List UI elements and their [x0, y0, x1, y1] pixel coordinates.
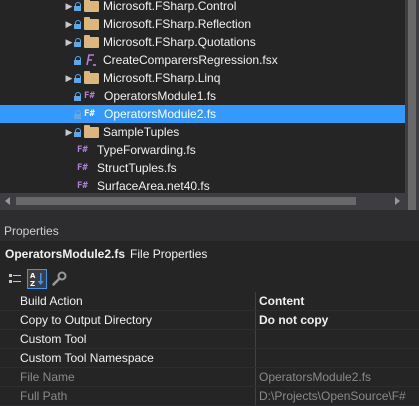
property-value[interactable]: Content — [255, 292, 419, 310]
object-name: OperatorsModule2.fs — [5, 247, 126, 261]
lock-icon — [74, 33, 83, 51]
property-value[interactable] — [255, 349, 419, 367]
lock-icon — [74, 87, 83, 105]
folder-icon — [84, 70, 99, 84]
property-name: Copy to Output Directory — [0, 311, 255, 329]
fsharp-script-icon — [86, 54, 96, 66]
fsharp-file-icon: F# — [84, 109, 95, 119]
fsharp-file-icon: F# — [84, 91, 95, 101]
expand-chevron-icon[interactable]: ▶ — [64, 69, 74, 87]
tree-item-label: Microsoft.FSharp.Linq — [103, 71, 221, 85]
folder-icon — [84, 0, 99, 12]
property-row[interactable]: Custom Tool Namespace — [0, 349, 419, 368]
svg-text:A: A — [30, 272, 36, 280]
property-value: OperatorsModule2.fs — [255, 368, 419, 386]
svg-text:Z: Z — [30, 280, 35, 287]
property-value[interactable] — [255, 330, 419, 348]
panel-splitter[interactable] — [0, 210, 419, 221]
fsharp-file-icon: F# — [77, 163, 88, 173]
wrench-icon — [52, 271, 67, 286]
tree-item-label: OperatorsModule2.fs — [104, 107, 217, 121]
property-name: Build Action — [0, 292, 255, 310]
expand-chevron-icon[interactable]: ▶ — [64, 15, 74, 33]
alphabetical-button[interactable]: A Z — [27, 269, 47, 289]
horizontal-scroll-thumb[interactable] — [16, 197, 356, 205]
tree-item-label: TypeForwarding.fs — [97, 143, 196, 157]
tree-item[interactable]: F# StructTuples.fs — [0, 159, 405, 177]
lock-icon — [74, 105, 83, 123]
tree-item[interactable]: ▶ SampleTuples — [0, 123, 405, 141]
property-name: File Name — [0, 368, 255, 386]
tree-item-label: Microsoft.FSharp.Reflection — [103, 17, 252, 31]
expand-chevron-icon[interactable]: ▶ — [64, 0, 74, 15]
object-type: File Properties — [130, 247, 208, 261]
properties-title: Properties — [4, 224, 59, 238]
property-name: Custom Tool — [0, 330, 255, 348]
property-grid: Build Action Content Copy to Output Direct… — [0, 292, 419, 406]
lock-icon — [74, 0, 83, 15]
property-row[interactable]: Full Path D:\Projects\OpenSource\F# — [0, 387, 419, 406]
property-row[interactable]: Custom Tool — [0, 330, 419, 349]
categorized-button[interactable] — [5, 269, 25, 289]
categorized-icon — [9, 274, 21, 283]
property-name: Full Path — [0, 387, 255, 405]
tree-vertical-scrollbar[interactable] — [405, 0, 419, 210]
tree-item[interactable]: ▶ Microsoft.FSharp.Linq — [0, 69, 405, 87]
property-name: Custom Tool Namespace — [0, 349, 255, 367]
tree-item[interactable]: F# SurfaceArea.net40.fs — [0, 177, 405, 193]
property-pages-button[interactable] — [49, 269, 69, 289]
scroll-left-arrow-icon[interactable] — [5, 197, 10, 205]
tree-item[interactable]: F# OperatorsModule1.fs — [0, 87, 405, 105]
fsharp-file-icon: F# — [77, 145, 88, 155]
object-selector[interactable]: OperatorsModule2.fs File Properties — [5, 245, 207, 263]
tree-item-label: Microsoft.FSharp.Control — [103, 0, 237, 13]
tree-item-label: StructTuples.fs — [97, 161, 177, 175]
lock-icon — [74, 123, 83, 141]
tree-item-label: CreateComparersRegression.fsx — [103, 53, 278, 67]
tree-item[interactable]: F# OperatorsModule2.fs — [0, 105, 405, 123]
properties-title-bar: Properties — [0, 221, 419, 241]
scroll-right-arrow-icon[interactable] — [395, 197, 400, 205]
lock-icon — [74, 51, 83, 69]
properties-toolbar: A Z — [5, 268, 71, 290]
tree-item[interactable]: ▶ Microsoft.FSharp.Reflection — [0, 15, 405, 33]
properties-panel: OperatorsModule2.fs File Properties A Z — [0, 241, 419, 406]
tree-item-label: OperatorsModule1.fs — [104, 89, 217, 103]
fsharp-file-icon: F# — [77, 181, 88, 191]
property-row[interactable]: File Name OperatorsModule2.fs — [0, 368, 419, 387]
tree-item[interactable]: F# TypeForwarding.fs — [0, 141, 405, 159]
vertical-scroll-thumb[interactable] — [408, 0, 416, 210]
tree-item-label: SurfaceArea.net40.fs — [97, 179, 210, 193]
sort-alphabetical-icon: A Z — [30, 272, 44, 287]
expand-chevron-icon[interactable]: ▶ — [64, 123, 74, 141]
property-value[interactable]: Do not copy — [255, 311, 419, 329]
tree-item-label: Microsoft.FSharp.Quotations — [103, 35, 256, 49]
tree-horizontal-scrollbar[interactable] — [0, 193, 405, 210]
property-row[interactable]: Copy to Output Directory Do not copy — [0, 311, 419, 330]
tree-item[interactable]: ▶ Microsoft.FSharp.Quotations — [0, 33, 405, 51]
folder-icon — [84, 16, 99, 30]
solution-explorer-tree: ▶ Microsoft.FSharp.Control ▶ Microsoft.FSha… — [0, 0, 405, 193]
folder-icon — [84, 34, 99, 48]
lock-icon — [74, 15, 83, 33]
tree-item[interactable]: ▶ Microsoft.FSharp.Control — [0, 0, 405, 15]
folder-icon — [84, 124, 99, 138]
property-row[interactable]: Build Action Content — [0, 292, 419, 311]
property-value: D:\Projects\OpenSource\F# — [255, 387, 419, 405]
lock-icon — [74, 69, 83, 87]
tree-item-label: SampleTuples — [103, 125, 180, 139]
expand-chevron-icon[interactable]: ▶ — [64, 33, 74, 51]
tree-item[interactable]: CreateComparersRegression.fsx — [0, 51, 405, 69]
